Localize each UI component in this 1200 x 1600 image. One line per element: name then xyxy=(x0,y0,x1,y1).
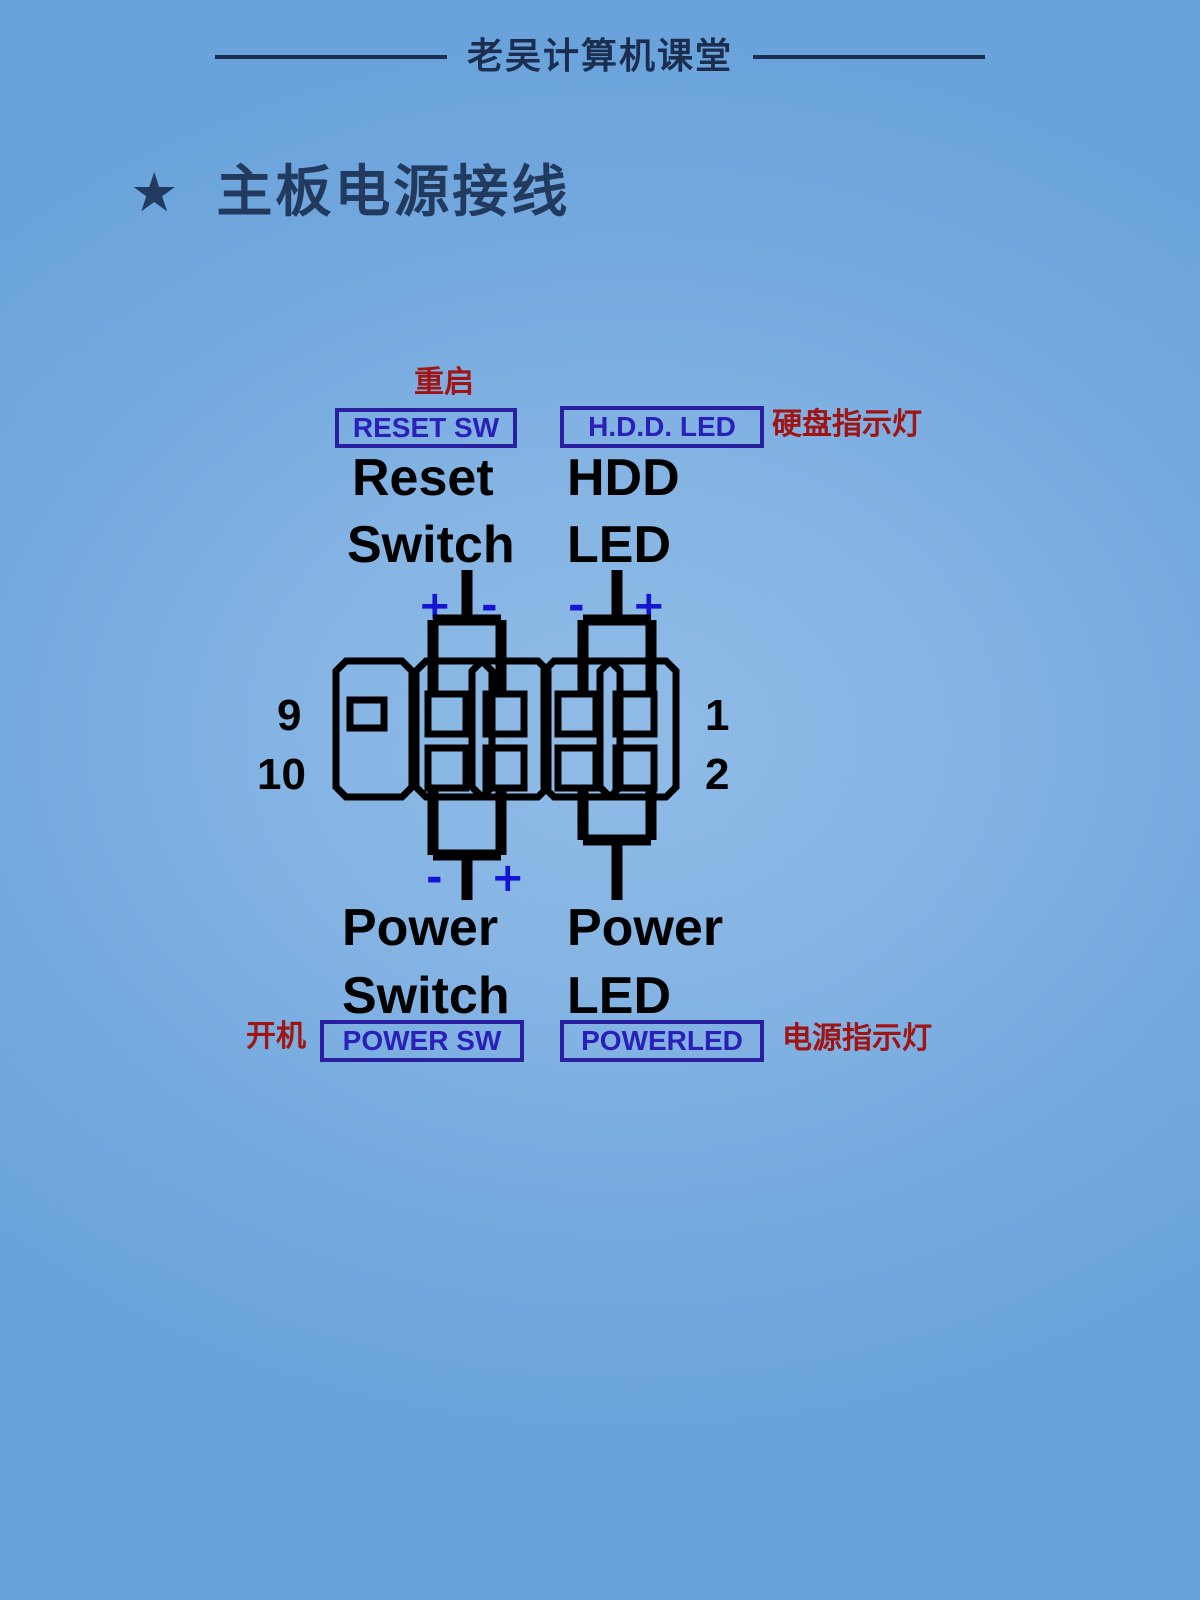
polarity-hdd-minus: - xyxy=(568,583,585,629)
label-powerled-line1: Power xyxy=(567,899,724,957)
pad-pin-9 xyxy=(346,696,388,732)
wiring-diagram: 重启 RESET SW H.D.D. LED 硬盘指示灯 Reset Switc… xyxy=(0,0,1200,1600)
pad-pin-5 xyxy=(482,690,528,738)
pad-pin-8 xyxy=(424,744,470,792)
pin-number-1: 1 xyxy=(705,691,730,740)
tag-hdd-led: H.D.D. LED xyxy=(560,406,764,448)
pin-column-7-8 xyxy=(412,657,496,801)
pin-column-1-2 xyxy=(596,657,680,801)
pad-pin-6 xyxy=(482,744,528,792)
connector-graphic xyxy=(332,570,680,900)
caption-hdd-chinese: 硬盘指示灯 xyxy=(772,407,922,442)
pad-pin-1 xyxy=(612,690,658,738)
tag-power-sw: POWER SW xyxy=(320,1020,524,1062)
polarity-reset-plus: + xyxy=(418,583,452,629)
pad-pin-4 xyxy=(554,744,600,792)
polarity-powersw-plus: + xyxy=(491,855,525,901)
label-reset-line2: Switch xyxy=(347,516,515,574)
tag-reset-sw: RESET SW xyxy=(335,408,517,448)
tag-power-led: POWERLED xyxy=(560,1020,764,1062)
pin-column-9-10 xyxy=(332,657,416,801)
label-reset-line1: Reset xyxy=(352,449,494,507)
caption-reset-chinese: 重启 xyxy=(414,365,474,400)
pin-column-3-4 xyxy=(540,657,624,801)
pad-pin-7 xyxy=(424,690,470,738)
polarity-reset-minus: - xyxy=(481,583,498,629)
poster-root: 老吴计算机课堂 ★ 主板电源接线 重启 RESET SW H.D.D. LED … xyxy=(0,0,1200,1600)
wire-power-led xyxy=(577,788,657,900)
caption-powersw-chinese: 开机 xyxy=(246,1019,306,1054)
label-powersw-line2: Switch xyxy=(342,967,510,1025)
polarity-powersw-minus: - xyxy=(426,855,443,901)
pin-number-10: 10 xyxy=(257,750,306,799)
pad-pin-3 xyxy=(554,690,600,738)
pin-column-5-6 xyxy=(468,657,552,801)
pin-number-2: 2 xyxy=(705,750,730,799)
caption-powerled-chinese: 电源指示灯 xyxy=(782,1021,932,1056)
label-powerled-line2: LED xyxy=(567,967,671,1025)
pin-number-9: 9 xyxy=(277,691,302,740)
pad-pin-2 xyxy=(612,744,658,792)
label-hdd-line1: HDD xyxy=(567,449,680,507)
label-hdd-line2: LED xyxy=(567,516,671,574)
polarity-hdd-plus: + xyxy=(632,583,666,629)
label-powersw-line1: Power xyxy=(342,899,499,957)
